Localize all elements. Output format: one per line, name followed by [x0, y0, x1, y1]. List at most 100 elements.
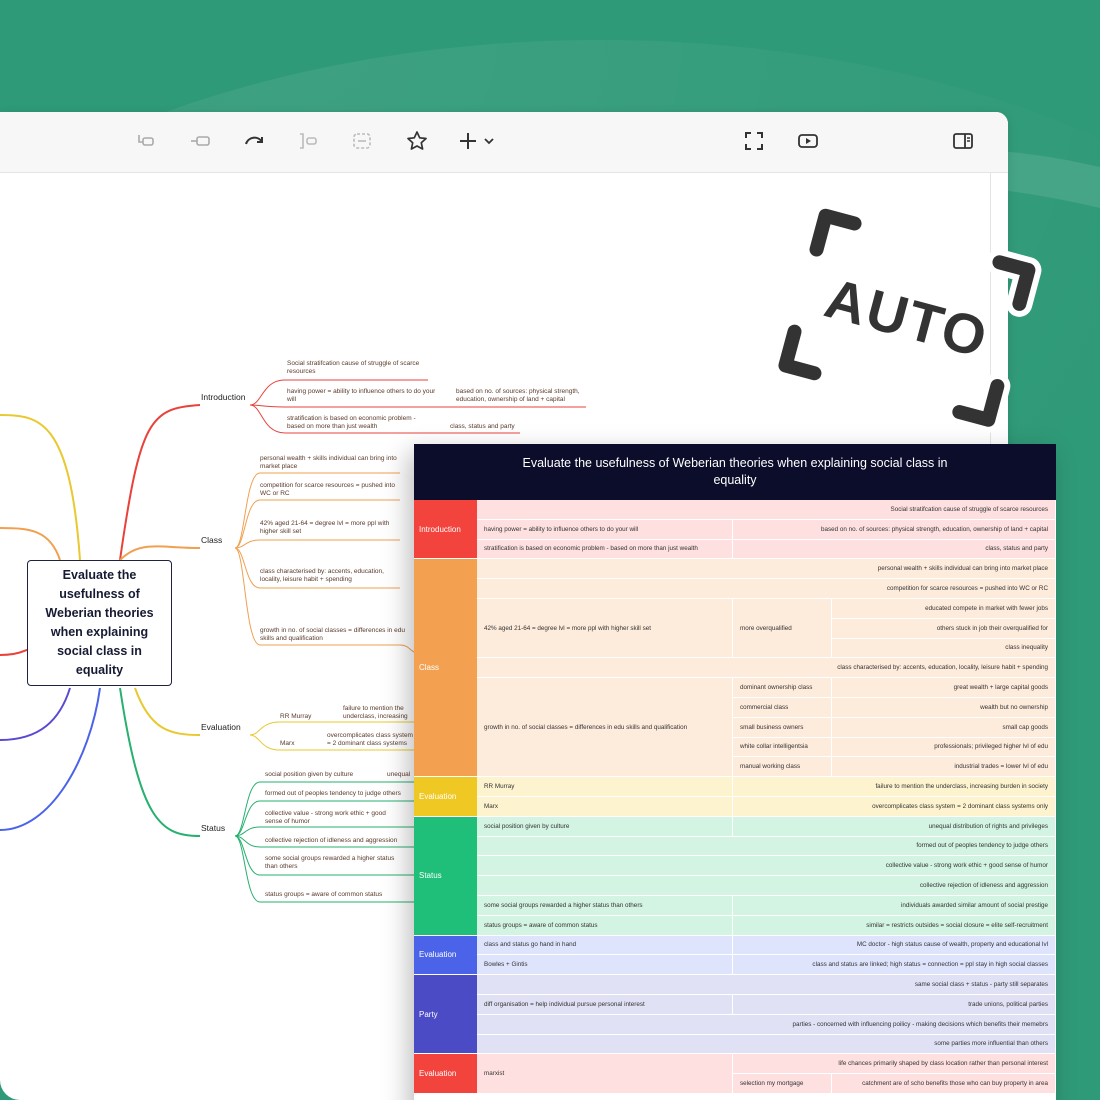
- branch-class[interactable]: Class: [201, 535, 222, 545]
- mindmap-node[interactable]: class characterised by: accents, educati…: [260, 568, 390, 584]
- sheet-cell[interactable]: status groups = aware of common status: [477, 915, 733, 936]
- sheet-cell[interactable]: life chances primarily shaped by class l…: [733, 1054, 1056, 1075]
- bracket-icon[interactable]: [296, 130, 320, 154]
- sheet-cell[interactable]: formed out of peoples tendency to judge …: [477, 836, 1056, 857]
- sheet-cell[interactable]: class and status go hand in hand: [477, 935, 733, 956]
- mindmap-root-topic[interactable]: Evaluate the usefulness of Weberian theo…: [27, 560, 172, 686]
- sheet-cell[interactable]: parties - concerned with influencing poi…: [477, 1014, 1056, 1035]
- mindmap-node[interactable]: failure to mention the underclass, incre…: [343, 705, 414, 721]
- sheet-cell[interactable]: selection my mortgage: [733, 1074, 832, 1094]
- sheet-cell[interactable]: class inequality: [832, 638, 1056, 659]
- sheet-cell[interactable]: similar = restricts outsides = social cl…: [733, 915, 1056, 936]
- auto-label: AUTO: [819, 266, 995, 370]
- mindmap-node[interactable]: personal wealth + skills individual can …: [260, 455, 400, 471]
- sheet-cell[interactable]: collective rejection of idleness and agg…: [477, 876, 1056, 896]
- sheet-cell[interactable]: stratification is based on economic prob…: [477, 539, 733, 560]
- sheet-cell[interactable]: social position given by culture: [477, 816, 733, 837]
- sheet-cell[interactable]: catchment are of scho benefits those who…: [832, 1074, 1056, 1094]
- chevron-down-icon[interactable]: [478, 130, 494, 154]
- branch-status[interactable]: Status: [201, 823, 225, 833]
- sheet-cell[interactable]: manual working class: [733, 757, 832, 778]
- promo-card: Evaluate the usefulness of Weberian theo…: [0, 0, 1100, 1100]
- sheet-cell[interactable]: some parties more influential than other…: [477, 1034, 1056, 1055]
- sheet-section-label: Party: [414, 975, 477, 1054]
- sheet-cell[interactable]: small business owners: [733, 717, 832, 738]
- sheet-cell[interactable]: 42% aged 21-64 = degree lvl = more ppl w…: [477, 599, 733, 659]
- mindmap-node[interactable]: some social groups rewarded a higher sta…: [265, 855, 400, 871]
- mindmap-node[interactable]: growth in no. of social classes = differ…: [260, 627, 405, 643]
- sheet-cell[interactable]: Marx: [477, 797, 733, 817]
- sheet-section-label: Evaluation: [414, 935, 477, 975]
- sheet-cell[interactable]: professionals; privileged higher lvl of …: [832, 737, 1056, 758]
- sheet-section-label: Introduction: [414, 500, 477, 559]
- sheet-section-label: Class: [414, 559, 477, 777]
- branch-introduction[interactable]: Introduction: [201, 392, 245, 402]
- sheet-cell[interactable]: class and status are linked; high status…: [733, 955, 1056, 976]
- mindmap-node[interactable]: collective rejection of idleness and agg…: [265, 837, 410, 845]
- toolbar: [0, 112, 1008, 173]
- sheet-section-label: Evaluation: [414, 777, 477, 816]
- mindmap-node[interactable]: formed out of peoples tendency to judge …: [265, 790, 410, 798]
- sheet-cell[interactable]: class, status and party: [733, 539, 1056, 560]
- mindmap-node[interactable]: based on no. of sources: physical streng…: [456, 388, 586, 404]
- mindmap-node[interactable]: class, status and party: [450, 423, 530, 431]
- sheet-cell[interactable]: class characterised by: accents, educati…: [477, 658, 1056, 679]
- sheet-cell[interactable]: some social groups rewarded a higher sta…: [477, 896, 733, 916]
- star-icon[interactable]: [405, 130, 429, 154]
- redo-icon[interactable]: [242, 130, 266, 154]
- mindmap-node[interactable]: social position given by culture: [265, 771, 395, 779]
- sheet-cell[interactable]: wealth but no ownership: [832, 698, 1056, 718]
- sheet-cell[interactable]: individuals awarded similar amount of so…: [733, 896, 1056, 916]
- sheet-cell[interactable]: having power = ability to influence othe…: [477, 519, 733, 540]
- mindmap-node[interactable]: competition for scarce resources = pushe…: [260, 482, 400, 498]
- sheet-cell[interactable]: educated compete in market with fewer jo…: [832, 599, 1056, 619]
- sheet-cell[interactable]: white collar intelligentsia: [733, 737, 832, 758]
- sheet-section-label: Evaluation: [414, 1054, 477, 1093]
- mindmap-node[interactable]: RR Murray: [280, 713, 340, 721]
- sheet-cell[interactable]: more overqualified: [733, 599, 832, 659]
- sheet-cell[interactable]: MC doctor - high status cause of wealth,…: [733, 935, 1056, 956]
- sheet-cell[interactable]: unequal distribution of rights and privi…: [733, 816, 1056, 837]
- sheet-cell[interactable]: great wealth + large capital goods: [832, 678, 1056, 698]
- outline-sheet: Evaluate the usefulness of Weberian theo…: [414, 444, 1056, 1100]
- sheet-cell[interactable]: others stuck in job their overqualified …: [832, 618, 1056, 639]
- sheet-cell[interactable]: competition for scarce resources = pushe…: [477, 579, 1056, 599]
- sheet-cell[interactable]: trade unions, political parties: [733, 995, 1056, 1015]
- sidebar-icon[interactable]: [951, 130, 975, 154]
- sheet-cell[interactable]: failure to mention the underclass, incre…: [733, 777, 1056, 797]
- mindmap-node[interactable]: status groups = aware of common status: [265, 891, 410, 899]
- sheet-cell[interactable]: personal wealth + skills individual can …: [477, 559, 1056, 580]
- insert-sibling-icon[interactable]: [188, 130, 212, 154]
- mindmap-node[interactable]: Marx: [280, 740, 320, 748]
- sheet-cell[interactable]: Social stratifcation cause of struggle o…: [477, 500, 1056, 520]
- sheet-cell[interactable]: based on no. of sources: physical streng…: [733, 519, 1056, 540]
- mindmap-node[interactable]: unequal distribution of rights and privi…: [387, 771, 414, 779]
- sheet-cell[interactable]: commercial class: [733, 698, 832, 718]
- mindmap-node[interactable]: overcomplicates class system = 2 dominan…: [327, 732, 414, 748]
- summary-icon[interactable]: [350, 130, 374, 154]
- auto-layout-badge: AUTO: [772, 202, 1042, 433]
- sheet-cell[interactable]: collective value - strong work ethic + g…: [477, 856, 1056, 877]
- sheet-cell[interactable]: industrial trades = lower lvl of edu: [832, 757, 1056, 778]
- sheet-cell[interactable]: small cap goods: [832, 717, 1056, 738]
- sheet-cell[interactable]: Bowles + Gintis: [477, 955, 733, 976]
- mindmap-node[interactable]: collective value - strong work ethic + g…: [265, 810, 395, 826]
- mindmap-node[interactable]: having power = ability to influence othe…: [287, 388, 437, 404]
- sheet-section-label: Status: [414, 816, 477, 935]
- sheet-cell[interactable]: marxist: [477, 1054, 733, 1094]
- play-icon[interactable]: [796, 130, 820, 154]
- sheet-cell[interactable]: dominant ownership class: [733, 678, 832, 698]
- sheet-cell[interactable]: same social class + status - party still…: [477, 975, 1056, 995]
- fullscreen-icon[interactable]: [742, 130, 766, 154]
- sheet-cell[interactable]: overcomplicates class system = 2 dominan…: [733, 797, 1056, 817]
- sheet-cell[interactable]: diff organisation = help individual purs…: [477, 995, 733, 1015]
- sheet-title: Evaluate the usefulness of Weberian theo…: [414, 444, 1056, 500]
- add-icon[interactable]: [456, 130, 480, 154]
- mindmap-node[interactable]: stratification is based on economic prob…: [287, 415, 422, 431]
- sheet-cell[interactable]: growth in no. of social classes = differ…: [477, 678, 733, 778]
- sheet-cell[interactable]: RR Murray: [477, 777, 733, 797]
- insert-before-icon[interactable]: [134, 130, 158, 154]
- mindmap-node[interactable]: 42% aged 21-64 = degree lvl = more ppl w…: [260, 520, 395, 536]
- branch-evaluation[interactable]: Evaluation: [201, 722, 241, 732]
- mindmap-node[interactable]: Social stratifcation cause of struggle o…: [287, 360, 427, 376]
